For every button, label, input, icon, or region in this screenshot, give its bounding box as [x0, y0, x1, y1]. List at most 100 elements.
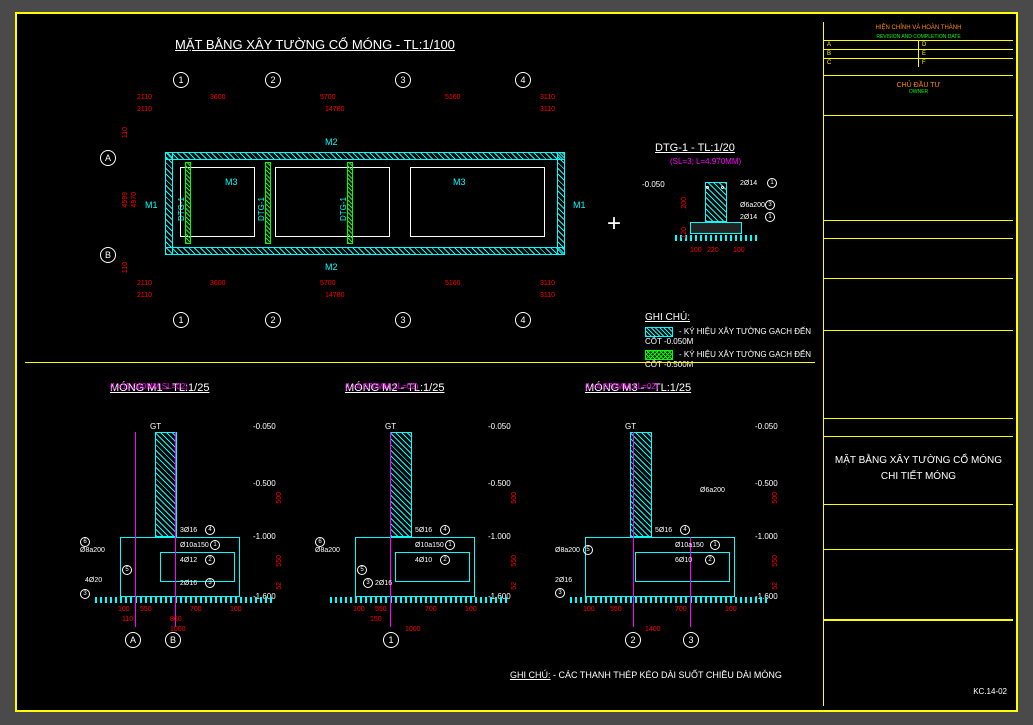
dim: 3600 [210, 94, 226, 101]
grid-bubble-A: A [100, 150, 116, 166]
label-M3: M3 [225, 177, 238, 187]
grid-bubble-4-top: 4 [515, 72, 531, 88]
section-m3: MÓNG M3 - - TL:1/25 (L=4.970MM,SL=02) GT… [555, 382, 785, 642]
rebar: 2Ø16 [180, 580, 197, 587]
wall [155, 432, 177, 537]
label-M2: M2 [325, 262, 338, 272]
sheet-title-2: CHI TIẾT MÓNG [824, 471, 1013, 482]
rebar-tag: 1 [765, 212, 775, 222]
label-M2: M2 [325, 137, 338, 147]
room [275, 167, 390, 237]
sheet-number: KC.14-02 [973, 687, 1007, 696]
grid-bubble-B: B [100, 247, 116, 263]
dim: 14780 [325, 292, 344, 299]
rebar: 4Ø12 [180, 557, 197, 564]
gt: GT [385, 422, 396, 431]
drawing-sheet: MẶT BẰNG XÂY TƯỜNG CỔ MÓNG - TL:1/100 1 … [15, 12, 1018, 712]
grid-bubble-2-top: 2 [265, 72, 281, 88]
dim: 100 [733, 247, 745, 254]
dim: 110 [122, 127, 129, 138]
grid-line [135, 432, 136, 627]
rebar-dot [706, 186, 709, 189]
dim: 5700 [320, 280, 336, 287]
gt: GT [150, 422, 161, 431]
dim: 3110 [540, 292, 555, 299]
rebar: Ø8a200 [80, 547, 105, 554]
dim: 100 [690, 247, 702, 254]
gt: GT [625, 422, 636, 431]
wall-top [165, 152, 565, 160]
dim: 5700 [320, 94, 336, 101]
dim: 5160 [445, 280, 461, 287]
dim: 2110 [137, 280, 152, 287]
rebar: 2Ø14 [740, 180, 757, 187]
label-dtg: DTG-1 [177, 197, 186, 221]
dim: 5160 [445, 94, 461, 101]
elev: -0.500 [253, 479, 276, 488]
elev: -1.000 [253, 532, 276, 541]
rebar-tag: 3 [765, 200, 775, 210]
m2-sub: (L=4.970MM,SL=02) [345, 382, 418, 391]
rebar: Ø6a200 [740, 202, 765, 209]
dim: 3600 [210, 280, 226, 287]
grid-line [175, 432, 176, 627]
grid-B: B [165, 632, 181, 648]
legend-swatch-2 [645, 350, 673, 360]
wall-right [557, 152, 565, 255]
label-M1: M1 [145, 200, 158, 210]
grid-A: A [125, 632, 141, 648]
dim: 2110 [137, 94, 152, 101]
wall-bottom [165, 247, 565, 255]
sheet-title-1: MẶT BẰNG XÂY TƯỜNG CỔ MÓNG [824, 455, 1013, 466]
dtg-title: DTG-1 - TL:1/20 [655, 142, 735, 154]
dtg-elev: -0.050 [642, 180, 665, 189]
rebar-tag: 1 [767, 178, 777, 188]
legend-title: GHI CHÚ: [645, 312, 815, 323]
dtg-footing [690, 222, 742, 234]
dtg-sub: (SL=3; L=4.970MM) [670, 157, 741, 166]
legend: GHI CHÚ: - KÝ HIỆU XÂY TƯỜNG GẠCH ĐẾN CỐ… [645, 312, 815, 369]
grid-bubble-1-top: 1 [173, 72, 189, 88]
dim: 110 [122, 262, 129, 273]
foot-inner [160, 552, 235, 582]
dim: 220 [707, 247, 719, 254]
crosshair-icon: + [607, 210, 621, 238]
label-dtg: DTG-1 [257, 197, 266, 221]
wall-left [165, 152, 173, 255]
grid-bubble-4-bot: 4 [515, 312, 531, 328]
dim: 2110 [137, 106, 152, 113]
elev: -0.050 [253, 422, 276, 431]
rebar: 4Ø20 [85, 577, 102, 584]
dim: 14780 [325, 106, 344, 113]
model-space[interactable]: MẶT BẰNG XÂY TƯỜNG CỔ MÓNG - TL:1/100 1 … [25, 22, 815, 706]
section-m2: MÓNG M2 - TL:1/25 (L=4.970MM,SL=02) GT -… [315, 382, 545, 642]
titleblock: HIỆN CHỈNH VÀ HOÀN THÀNH REVISION AND CO… [823, 22, 1013, 706]
room [180, 167, 255, 237]
footnote: GHI CHÚ: - CÁC THANH THÉP KÉO DÀI SUỐT C… [510, 670, 782, 680]
rebar: 2Ø14 [740, 214, 757, 221]
dim: 3110 [540, 280, 555, 287]
soil [95, 597, 275, 603]
label-M3: M3 [453, 177, 466, 187]
label-M1: M1 [573, 200, 586, 210]
grid-bubble-2-bot: 2 [265, 312, 281, 328]
dim: 120 [681, 227, 688, 239]
legend-swatch-1 [645, 327, 673, 337]
grid-bubble-3-top: 3 [395, 72, 411, 88]
section-m1: MÓNG M1 - TL:1/25 (L=15.000MM,SL=02) GT … [80, 382, 310, 642]
dim: 2110 [137, 292, 152, 299]
grid-bubble-3-bot: 3 [395, 312, 411, 328]
plan-title: MẶT BẰNG XÂY TƯỜNG CỔ MÓNG - TL:1/100 [175, 37, 455, 52]
m1-sub: (L=15.000MM,SL=02) [110, 382, 188, 391]
label-dtg: DTG-1 [339, 197, 348, 221]
grid-bubble-1-bot: 1 [173, 312, 189, 328]
dim: 200 [681, 197, 688, 209]
m3-sub: (L=4.970MM,SL=02) [585, 382, 658, 391]
tb-hdr1: HIỆN CHỈNH VÀ HOÀN THÀNH [824, 22, 1013, 34]
dim: 4970 [131, 192, 138, 208]
rebar: Ø10a150 [180, 542, 209, 549]
rebar-dot [721, 186, 724, 189]
rebar: 3Ø16 [180, 527, 197, 534]
room [410, 167, 545, 237]
dim: 3110 [540, 94, 555, 101]
